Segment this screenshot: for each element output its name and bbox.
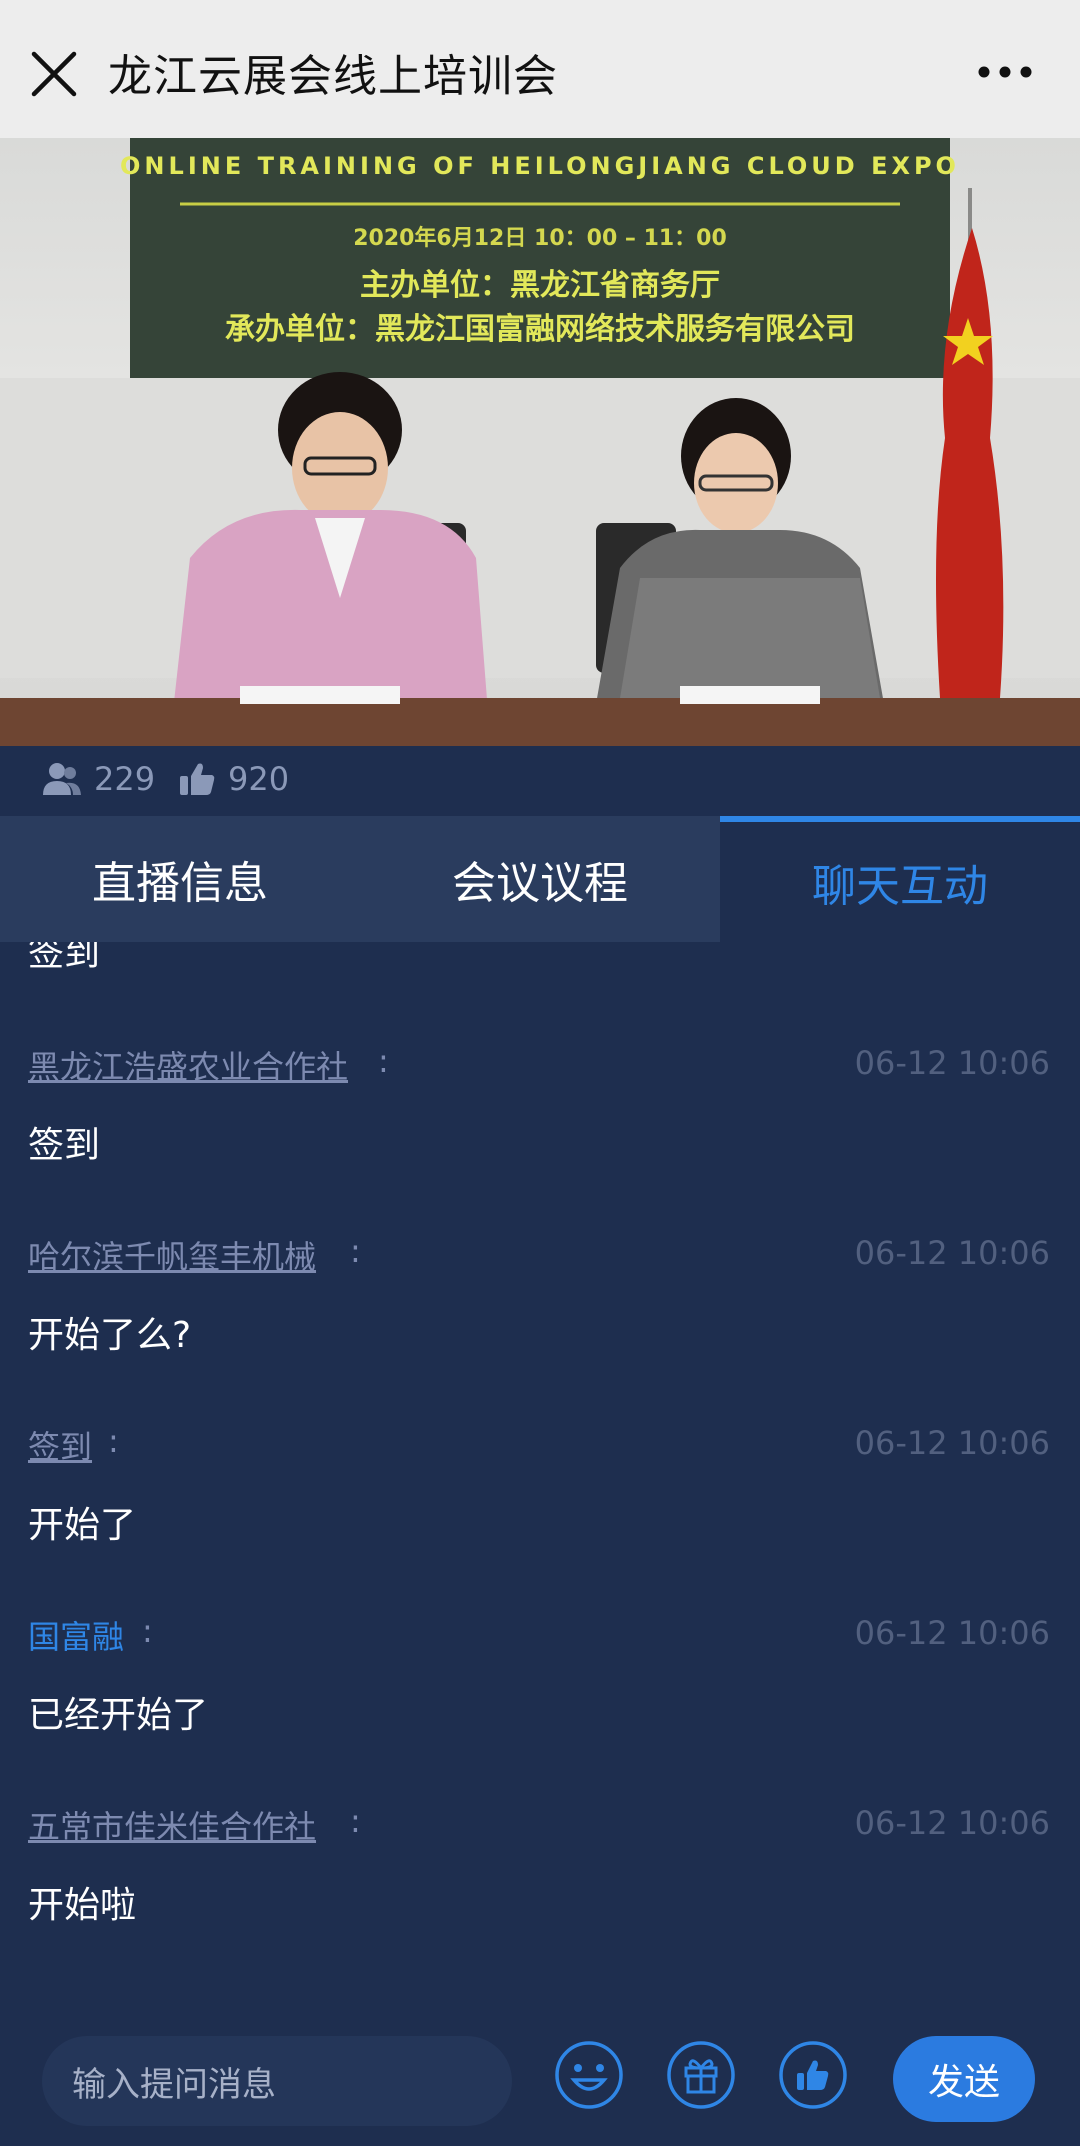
tab-agenda[interactable]: 会议议程: [360, 816, 720, 942]
chat-timestamp: 06-12 10:06: [854, 1424, 1050, 1462]
live-video[interactable]: ONLINE TRAINING OF HEILONGJIANG CLOUD EX…: [0, 138, 1080, 746]
users-icon: [43, 763, 81, 795]
chat-username[interactable]: 国富融: [28, 1612, 124, 1658]
more-options-icon[interactable]: [970, 50, 1040, 94]
chat-username[interactable]: 哈尔滨千帆玺丰机械: [28, 1232, 316, 1278]
chat-message: 哈尔滨千帆玺丰机械 : 06-12 10:06 开始了么?: [28, 1232, 1050, 1356]
close-icon[interactable]: [26, 46, 82, 102]
banner-organizer: 承办单位：黑龙江国富融网络技术服务有限公司: [225, 312, 855, 347]
chat-text: 开始了么?: [28, 1315, 192, 1356]
viewer-count: 229: [42, 760, 155, 798]
chat-list[interactable]: 签到 黑龙江浩盛农业合作社 : 06-12 10:06 签到 哈尔滨千帆玺丰机械…: [0, 942, 1080, 2006]
chat-username[interactable]: 五常市佳米佳合作社: [28, 1802, 316, 1848]
chat-message: 黑龙江浩盛农业合作社 : 06-12 10:06 签到: [28, 1042, 1050, 1166]
top-bar: 龙江云展会线上培训会: [0, 0, 1080, 138]
gift-icon[interactable]: [666, 2040, 736, 2110]
chat-message-partial: 签到: [28, 942, 101, 974]
chat-message: 五常市佳米佳合作社 : 06-12 10:06 开始啦: [28, 1802, 1050, 1926]
emoji-icon[interactable]: [554, 2040, 624, 2110]
like-count: 920: [178, 760, 289, 798]
thumbs-up-icon: [180, 763, 215, 795]
input-bar: 输入提问消息 发送: [0, 2006, 1080, 2146]
chat-username[interactable]: 黑龙江浩盛农业合作社: [28, 1042, 348, 1088]
chat-timestamp: 06-12 10:06: [854, 1044, 1050, 1082]
chat-text: 签到: [28, 1125, 101, 1166]
chat-text: 开始啦: [28, 1885, 137, 1926]
send-button[interactable]: 发送: [893, 2036, 1035, 2122]
chat-username[interactable]: 签到: [28, 1422, 92, 1468]
chat-text: 开始了: [28, 1505, 137, 1546]
tab-chat[interactable]: 聊天互动: [720, 816, 1080, 942]
chat-timestamp: 06-12 10:06: [854, 1234, 1050, 1272]
chat-timestamp: 06-12 10:06: [854, 1804, 1050, 1842]
tab-live-info[interactable]: 直播信息: [0, 816, 360, 942]
chat-message: 国富融 : 06-12 10:06 已经开始了: [28, 1612, 1050, 1736]
banner-host: 主办单位：黑龙江省商务厅: [360, 268, 720, 303]
banner-english-title: ONLINE TRAINING OF HEILONGJIANG CLOUD EX…: [120, 152, 960, 180]
question-input-placeholder: 输入提问消息: [72, 2064, 276, 2105]
chat-text: 已经开始了: [28, 1695, 209, 1736]
viewer-count-value: 229: [94, 760, 156, 798]
chat-timestamp: 06-12 10:06: [854, 1614, 1050, 1652]
like-count-value: 920: [228, 760, 290, 798]
tab-bar: 直播信息 会议议程 聊天互动: [0, 816, 1080, 942]
stats-bar: 229 920: [0, 746, 1080, 816]
like-icon[interactable]: [778, 2040, 848, 2110]
chat-message: 签到 : 06-12 10:06 开始了: [28, 1422, 1050, 1546]
banner-date: 2020年6月12日 10：00 – 11：00: [353, 226, 727, 251]
question-input[interactable]: 输入提问消息: [42, 2036, 512, 2126]
page-title: 龙江云展会线上培训会: [108, 51, 558, 102]
